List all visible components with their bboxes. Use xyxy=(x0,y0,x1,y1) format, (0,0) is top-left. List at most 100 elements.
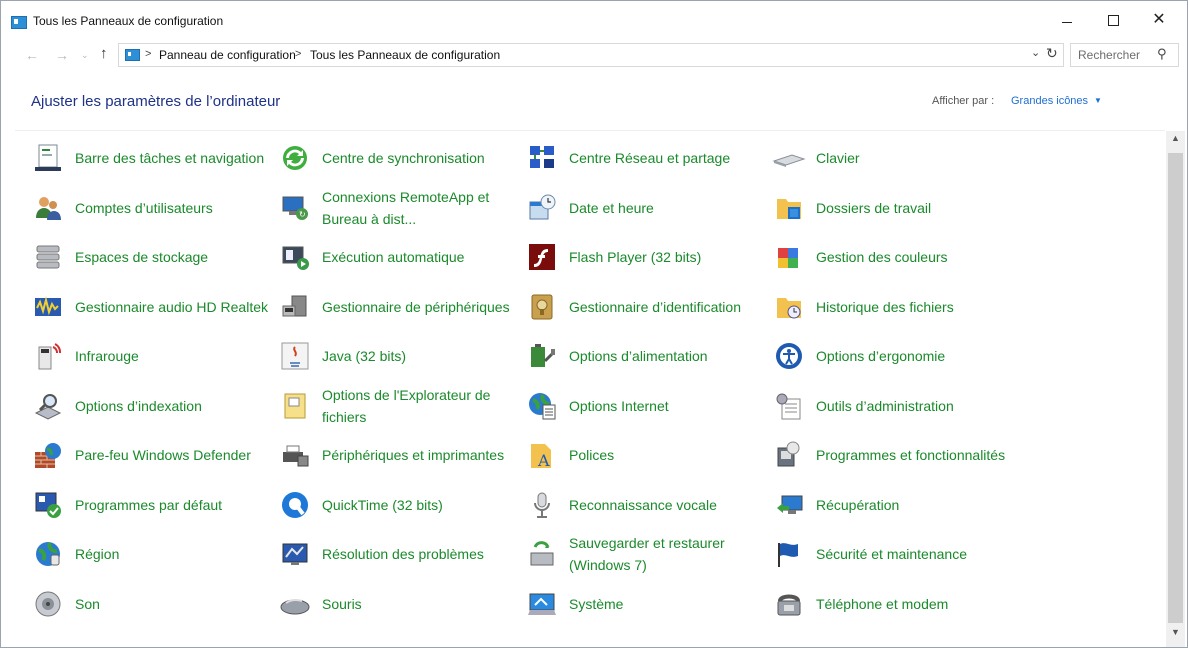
control-panel-item-souris[interactable]: Souris xyxy=(278,582,518,626)
chevron-down-icon[interactable]: ⌄ xyxy=(1031,46,1040,59)
control-panel-item-gestionnaire-audio-hd-realtek[interactable]: Gestionnaire audio HD Realtek xyxy=(31,285,271,329)
control-panel-item-label[interactable]: Comptes d’utilisateurs xyxy=(75,186,271,230)
scrollbar-thumb[interactable] xyxy=(1168,153,1183,623)
control-panel-item-label[interactable]: Gestionnaire de périphériques xyxy=(322,285,518,329)
control-panel-item-label[interactable]: Options de l'Explorateur de fichiers xyxy=(322,384,518,428)
breadcrumb-separator[interactable]: > xyxy=(145,48,151,60)
control-panel-item-label[interactable]: Exécution automatique xyxy=(322,235,518,279)
control-panel-item-label[interactable]: Gestionnaire audio HD Realtek xyxy=(75,285,271,329)
control-panel-item-barre-des-taches-et-navigation[interactable]: Barre des tâches et navigation xyxy=(31,136,271,180)
control-panel-item-label[interactable]: Options d’ergonomie xyxy=(816,334,1012,378)
control-panel-item-label[interactable]: Dossiers de travail xyxy=(816,186,1012,230)
back-icon[interactable]: ← xyxy=(25,47,39,63)
vertical-scrollbar[interactable]: ▲ ▼ xyxy=(1166,131,1185,647)
control-panel-item-recuperation[interactable]: Récupération xyxy=(772,483,1012,527)
control-panel-item-label[interactable]: Options Internet xyxy=(569,384,765,428)
control-panel-item-label[interactable]: Historique des fichiers xyxy=(816,285,1012,329)
control-panel-item-infrarouge[interactable]: Infrarouge xyxy=(31,334,271,378)
control-panel-item-reconnaissance-vocale[interactable]: Reconnaissance vocale xyxy=(525,483,765,527)
control-panel-item-programmes-et-fonctionnalites[interactable]: Programmes et fonctionnalités xyxy=(772,433,1012,477)
control-panel-item-label[interactable]: Infrarouge xyxy=(75,334,271,378)
control-panel-item-options-internet[interactable]: Options Internet xyxy=(525,384,765,428)
control-panel-item-comptes-d-utilisateurs[interactable]: Comptes d’utilisateurs xyxy=(31,186,271,230)
control-panel-item-options-d-alimentation[interactable]: Options d’alimentation xyxy=(525,334,765,378)
control-panel-item-centre-reseau-et-partage[interactable]: Centre Réseau et partage xyxy=(525,136,765,180)
control-panel-item-label[interactable]: Récupération xyxy=(816,483,1012,527)
control-panel-item-label[interactable]: Polices xyxy=(569,433,765,477)
recent-locations-icon[interactable]: ⌄ xyxy=(81,50,89,61)
control-panel-item-programmes-par-defaut[interactable]: Programmes par défaut xyxy=(31,483,271,527)
control-panel-item-gestionnaire-d-identification[interactable]: Gestionnaire d’identification xyxy=(525,285,765,329)
control-panel-item-label[interactable]: Sauvegarder et restaurer (Windows 7) xyxy=(569,532,765,576)
control-panel-item-flash-player-32-bits[interactable]: Flash Player (32 bits) xyxy=(525,235,765,279)
control-panel-item-java-32-bits[interactable]: Java (32 bits) xyxy=(278,334,518,378)
scroll-down-arrow[interactable]: ▼ xyxy=(1166,627,1185,643)
control-panel-item-label[interactable]: Centre Réseau et partage xyxy=(569,136,765,180)
control-panel-item-label[interactable]: Options d’indexation xyxy=(75,384,271,428)
control-panel-item-label[interactable]: QuickTime (32 bits) xyxy=(322,483,518,527)
control-panel-item-gestion-des-couleurs[interactable]: Gestion des couleurs xyxy=(772,235,1012,279)
address-bar[interactable]: > Panneau de configuration > Tous les Pa… xyxy=(118,43,1064,67)
control-panel-item-pare-feu-windows-defender[interactable]: Pare-feu Windows Defender xyxy=(31,433,271,477)
control-panel-item-connexions-remoteapp-et-bureau-a-dist[interactable]: ↻ Connexions RemoteApp et Bureau à dist..… xyxy=(278,186,518,230)
breadcrumb-separator[interactable]: > xyxy=(295,48,301,60)
control-panel-item-label[interactable]: Date et heure xyxy=(569,186,765,230)
caret-down-icon[interactable]: ▼ xyxy=(1094,96,1102,105)
control-panel-item-label[interactable]: Système xyxy=(569,582,765,626)
control-panel-item-label[interactable]: Reconnaissance vocale xyxy=(569,483,765,527)
refresh-icon[interactable]: ↻ xyxy=(1046,45,1058,62)
control-panel-item-gestionnaire-de-peripheriques[interactable]: Gestionnaire de périphériques xyxy=(278,285,518,329)
control-panel-item-centre-de-synchronisation[interactable]: Centre de synchronisation xyxy=(278,136,518,180)
search-icon[interactable]: ⚲ xyxy=(1157,46,1167,62)
title-bar[interactable]: Tous les Panneaux de configuration ✕ xyxy=(1,1,1187,37)
control-panel-item-outils-d-administration[interactable]: Outils d’administration xyxy=(772,384,1012,428)
control-panel-item-label[interactable]: Connexions RemoteApp et Bureau à dist... xyxy=(322,186,518,230)
control-panel-item-label[interactable]: Téléphone et modem xyxy=(816,582,1012,626)
control-panel-item-son[interactable]: Son xyxy=(31,582,271,626)
control-panel-item-telephone-et-modem[interactable]: Téléphone et modem xyxy=(772,582,1012,626)
control-panel-item-resolution-des-problemes[interactable]: Résolution des problèmes xyxy=(278,532,518,576)
control-panel-item-quicktime-32-bits[interactable]: QuickTime (32 bits) xyxy=(278,483,518,527)
control-panel-item-clavier[interactable]: Clavier xyxy=(772,136,1012,180)
control-panel-item-label[interactable]: Région xyxy=(75,532,271,576)
control-panel-item-label[interactable]: Gestion des couleurs xyxy=(816,235,1012,279)
control-panel-item-label[interactable]: Espaces de stockage xyxy=(75,235,271,279)
control-panel-item-securite-et-maintenance[interactable]: Sécurité et maintenance xyxy=(772,532,1012,576)
forward-icon[interactable]: → xyxy=(55,47,69,63)
maximize-button[interactable] xyxy=(1090,5,1136,35)
scroll-up-arrow[interactable]: ▲ xyxy=(1166,133,1185,149)
control-panel-item-label[interactable]: Périphériques et imprimantes xyxy=(322,433,518,477)
control-panel-item-label[interactable]: Clavier xyxy=(816,136,1012,180)
minimize-button[interactable] xyxy=(1044,5,1090,35)
control-panel-item-date-et-heure[interactable]: Date et heure xyxy=(525,186,765,230)
control-panel-item-label[interactable]: Options d’alimentation xyxy=(569,334,765,378)
control-panel-item-label[interactable]: Outils d’administration xyxy=(816,384,1012,428)
control-panel-item-options-de-l-explorateur-de-fichiers[interactable]: Options de l'Explorateur de fichiers xyxy=(278,384,518,428)
control-panel-item-systeme[interactable]: Système xyxy=(525,582,765,626)
search-input[interactable]: Rechercher ⚲ xyxy=(1070,43,1179,67)
control-panel-item-label[interactable]: Pare-feu Windows Defender xyxy=(75,433,271,477)
control-panel-item-label[interactable]: Barre des tâches et navigation xyxy=(75,136,271,180)
view-by-dropdown[interactable]: Grandes icônes xyxy=(1011,95,1088,107)
breadcrumb-all-items[interactable]: Tous les Panneaux de configuration xyxy=(310,48,500,62)
control-panel-item-options-d-indexation[interactable]: Options d’indexation xyxy=(31,384,271,428)
control-panel-item-label[interactable]: Programmes par défaut xyxy=(75,483,271,527)
control-panel-item-label[interactable]: Son xyxy=(75,582,271,626)
close-button[interactable]: ✕ xyxy=(1136,5,1182,35)
control-panel-item-historique-des-fichiers[interactable]: Historique des fichiers xyxy=(772,285,1012,329)
control-panel-item-execution-automatique[interactable]: Exécution automatique xyxy=(278,235,518,279)
control-panel-item-dossiers-de-travail[interactable]: Dossiers de travail xyxy=(772,186,1012,230)
control-panel-item-espaces-de-stockage[interactable]: Espaces de stockage xyxy=(31,235,271,279)
control-panel-item-sauvegarder-et-restaurer-windows-7[interactable]: Sauvegarder et restaurer (Windows 7) xyxy=(525,532,765,576)
control-panel-item-options-d-ergonomie[interactable]: Options d’ergonomie xyxy=(772,334,1012,378)
control-panel-item-region[interactable]: Région xyxy=(31,532,271,576)
control-panel-item-polices[interactable]: A Polices xyxy=(525,433,765,477)
control-panel-item-label[interactable]: Sécurité et maintenance xyxy=(816,532,1012,576)
control-panel-item-label[interactable]: Gestionnaire d’identification xyxy=(569,285,765,329)
control-panel-item-peripheriques-et-imprimantes[interactable]: Périphériques et imprimantes xyxy=(278,433,518,477)
control-panel-item-label[interactable]: Résolution des problèmes xyxy=(322,532,518,576)
control-panel-item-label[interactable]: Centre de synchronisation xyxy=(322,136,518,180)
control-panel-item-label[interactable]: Flash Player (32 bits) xyxy=(569,235,765,279)
control-panel-item-label[interactable]: Programmes et fonctionnalités xyxy=(816,433,1012,477)
control-panel-item-label[interactable]: Java (32 bits) xyxy=(322,334,518,378)
